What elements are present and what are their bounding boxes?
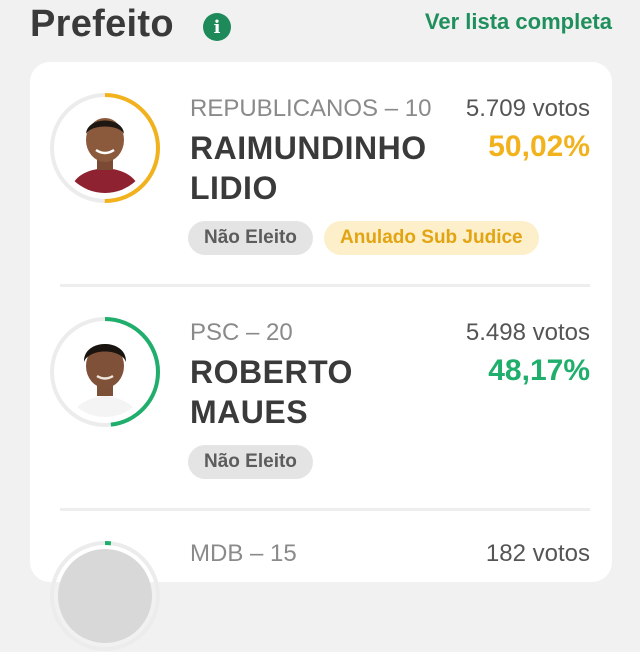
status-badge: Não Eleito bbox=[188, 221, 313, 255]
candidate-name-line2: LIDIO bbox=[190, 170, 278, 206]
candidate-item-raimundinho[interactable]: REPUBLICANOS – 10 RAIMUNDINHO LIDIO 5.70… bbox=[30, 62, 612, 286]
status-badge: Não Eleito bbox=[188, 445, 313, 479]
candidate-party: MDB – 15 bbox=[190, 540, 297, 567]
page-title: Prefeito bbox=[30, 3, 174, 45]
results-card: REPUBLICANOS – 10 RAIMUNDINHO LIDIO 5.70… bbox=[30, 62, 612, 651]
candidate-avatar bbox=[50, 541, 160, 651]
full-list-link[interactable]: Ver lista completa bbox=[425, 9, 612, 35]
candidate-name-line2: MAUES bbox=[190, 394, 309, 430]
candidate-name-line1: RAIMUNDINHO bbox=[190, 130, 427, 166]
info-icon[interactable]: i bbox=[203, 13, 231, 41]
candidate-party: REPUBLICANOS – 10 bbox=[190, 95, 432, 122]
section-header: Prefeito i Ver lista completa bbox=[30, 0, 612, 48]
candidate-votes: 182 votos bbox=[485, 540, 590, 567]
candidate-item-mdb[interactable]: MDB – 15 182 votos bbox=[30, 510, 612, 651]
candidate-votes: 5.709 votos bbox=[465, 95, 590, 122]
candidate-name: ROBERTO MAUES bbox=[190, 352, 353, 432]
candidate-percent: 48,17% bbox=[488, 354, 590, 387]
candidate-avatar bbox=[50, 93, 160, 203]
candidate-percent: 50,02% bbox=[488, 130, 590, 163]
sub-judice-badge: Anulado Sub Judice bbox=[324, 221, 539, 255]
candidate-votes: 5.498 votos bbox=[465, 319, 590, 346]
candidate-name-line1: ROBERTO bbox=[190, 354, 353, 390]
candidate-avatar bbox=[50, 317, 160, 427]
candidate-item-roberto[interactable]: PSC – 20 ROBERTO MAUES 5.498 votos 48,17… bbox=[30, 286, 612, 510]
candidate-name: RAIMUNDINHO LIDIO bbox=[190, 128, 427, 208]
candidate-party: PSC – 20 bbox=[190, 319, 293, 346]
